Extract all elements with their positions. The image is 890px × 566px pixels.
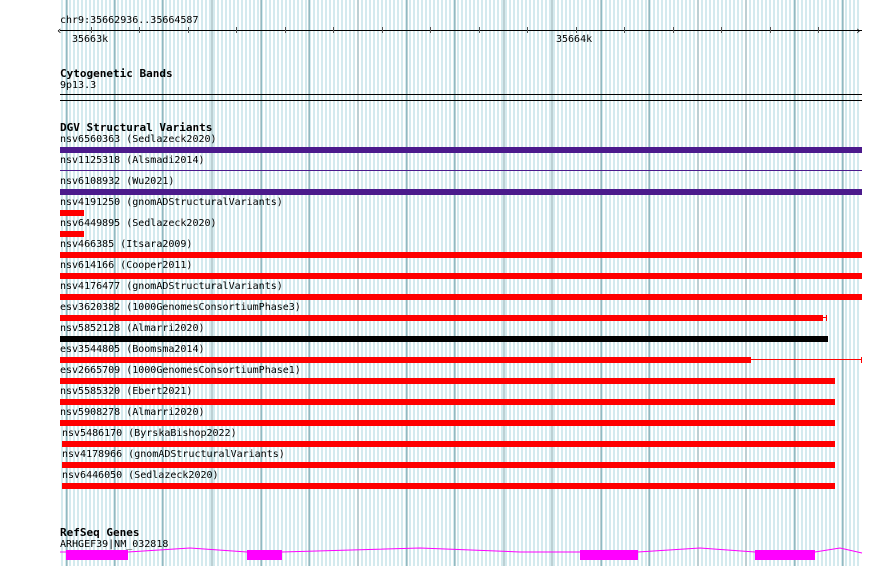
ruler-tick (818, 27, 819, 33)
variant-label: nsv6560363 (Sedlazeck2020) (60, 134, 217, 145)
variant-feature[interactable] (60, 336, 828, 342)
variant-label: nsv4191250 (gnomADStructuralVariants) (60, 197, 283, 208)
variant-feature[interactable] (60, 147, 862, 153)
ruler-left-arrow-icon: ‹ (56, 24, 63, 37)
gene-exon (247, 550, 282, 560)
ruler-tick (430, 27, 431, 33)
variant-endcap (60, 357, 61, 363)
variant-label: esv2665709 (1000GenomesConsortiumPhase1) (60, 365, 301, 376)
ruler-axis (60, 30, 862, 31)
gene-model[interactable] (0, 545, 890, 566)
ruler-tick (188, 27, 189, 33)
gene-intron (60, 547, 863, 554)
ruler-tick (770, 27, 771, 33)
ruler-tick (333, 27, 334, 33)
ruler-tick (673, 27, 674, 33)
variant-feature[interactable] (60, 231, 84, 237)
variant-label: nsv4178966 (gnomADStructuralVariants) (62, 449, 285, 460)
variant-feature[interactable] (60, 378, 835, 384)
cytoband-track-title: Cytogenetic Bands (60, 67, 173, 80)
variant-label: esv3620382 (1000GenomesConsortiumPhase3) (60, 302, 301, 313)
ruler-tick (624, 27, 625, 33)
variant-label: nsv466385 (Itsara2009) (60, 239, 193, 250)
variant-label: nsv1125318 (Alsmadi2014) (60, 155, 205, 166)
variant-label: nsv6449895 (Sedlazeck2020) (60, 218, 217, 229)
variant-feature[interactable] (60, 357, 751, 363)
ruler-tick (527, 27, 528, 33)
variant-endcap (826, 315, 827, 321)
gene-exon (755, 550, 815, 560)
variant-label: esv3544805 (Boomsma2014) (60, 344, 205, 355)
cytoband-label: 9p13.3 (60, 80, 97, 91)
variant-label: nsv5908278 (Almarri2020) (60, 407, 205, 418)
ruler-tick (479, 27, 480, 33)
variant-feature[interactable] (62, 441, 835, 447)
variant-feature[interactable] (60, 189, 862, 195)
ruler-tick (285, 27, 286, 33)
ruler-tick-label-35664k: 35664k (556, 34, 593, 45)
variant-feature[interactable] (60, 210, 84, 216)
ruler-tick (91, 27, 92, 33)
variant-label: nsv5486170 (ByrskaBishop2022) (62, 428, 237, 439)
variant-feature[interactable] (60, 399, 835, 405)
variant-label: nsv4176477 (gnomADStructuralVariants) (60, 281, 283, 292)
variant-feature[interactable] (60, 420, 835, 426)
location-label: chr9:35662936..35664587 (60, 15, 199, 26)
variant-label: nsv6446050 (Sedlazeck2020) (62, 470, 219, 481)
variant-label: nsv6108932 (Wu2021) (60, 176, 175, 187)
variant-feature[interactable] (62, 483, 835, 489)
ruler-tick (382, 27, 383, 33)
variant-feature[interactable] (60, 315, 823, 321)
ruler-tick (721, 27, 722, 33)
gene-exon (66, 550, 128, 560)
variant-feature[interactable] (60, 170, 862, 171)
variant-label: nsv614166 (Cooper2011) (60, 260, 193, 271)
ruler-tick (576, 27, 577, 33)
cytoband-line-bottom (60, 100, 862, 101)
ruler-tick (139, 27, 140, 33)
ruler-tick (236, 27, 237, 33)
variant-whisker (751, 359, 862, 360)
variant-label: nsv5585320 (Ebert2021) (60, 386, 193, 397)
genome-browser: chr9:35662936..35664587 ‹ › 35663k 35664… (0, 0, 890, 566)
cytoband-line-top (60, 94, 862, 95)
ruler-tick-label-35663k: 35663k (72, 34, 109, 45)
dgv-track-title: DGV Structural Variants (60, 121, 213, 134)
variant-feature[interactable] (60, 273, 862, 279)
variant-label: nsv5852128 (Almarri2020) (60, 323, 205, 334)
variant-feature[interactable] (60, 252, 862, 258)
variant-feature[interactable] (62, 462, 835, 468)
variant-feature[interactable] (60, 294, 862, 300)
refseq-track-title: RefSeq Genes (60, 526, 140, 539)
ruler-right-arrow-icon: › (855, 24, 862, 37)
variant-endcap (861, 357, 862, 363)
gene-exon (580, 550, 638, 560)
